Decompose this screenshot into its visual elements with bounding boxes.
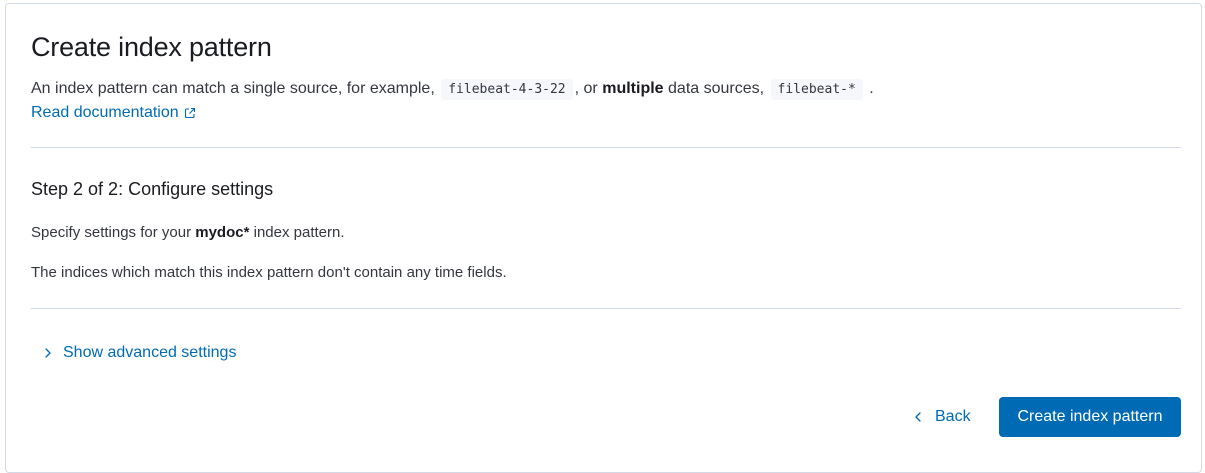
specify-suffix: index pattern. [253, 224, 345, 241]
specify-prefix: Specify settings for your [31, 224, 192, 241]
example-single-source: filebeat-4-3-22 [441, 79, 573, 100]
chevron-right-icon [45, 348, 51, 358]
intro-text: An index pattern can match a single sour… [31, 78, 874, 101]
pattern-name: mydoc* [195, 224, 250, 241]
intro-suffix: . [869, 80, 874, 97]
no-time-fields-text: The indices which match this index patte… [31, 264, 507, 281]
doc-link-label: Read documentation [31, 104, 179, 121]
divider [31, 308, 1181, 309]
example-multiple-sources: filebeat-* [770, 79, 863, 100]
intro-mid2: data sources, [668, 80, 765, 97]
external-link-icon [184, 107, 195, 119]
back-button[interactable]: Back [903, 397, 979, 437]
intro-mid: , or [574, 80, 598, 97]
back-label: Back [935, 408, 971, 425]
create-index-pattern-button[interactable]: Create index pattern [999, 397, 1181, 437]
intro-prefix: An index pattern can match a single sour… [31, 80, 435, 97]
divider [31, 147, 1181, 148]
read-documentation-link[interactable]: Read documentation [31, 102, 196, 124]
page-title: Create index pattern [31, 32, 272, 62]
chevron-left-icon [915, 412, 921, 422]
advanced-toggle-label: Show advanced settings [63, 344, 237, 361]
specify-settings-text: Specify settings for your mydoc* index p… [31, 223, 345, 243]
create-index-pattern-panel: Create index pattern An index pattern ca… [5, 3, 1202, 473]
intro-bold: multiple [602, 80, 664, 97]
show-advanced-settings-toggle[interactable]: Show advanced settings [41, 344, 236, 362]
step-title: Step 2 of 2: Configure settings [31, 179, 274, 199]
